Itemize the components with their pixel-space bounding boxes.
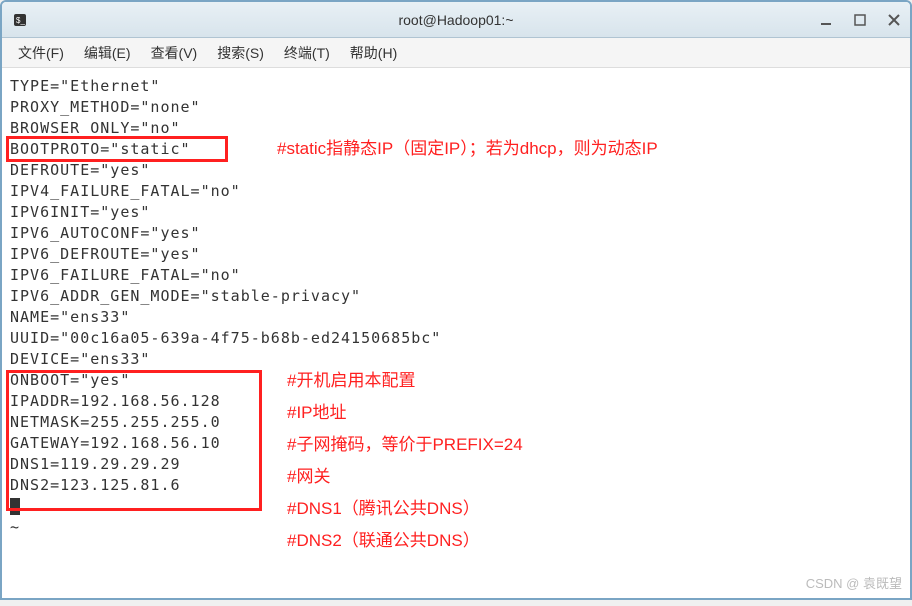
config-line: UUID="00c16a05-639a-4f75-b68b-ed24150685…: [10, 328, 910, 349]
terminal-area[interactable]: TYPE="Ethernet" PROXY_METHOD="none" BROW…: [2, 68, 910, 598]
menubar: 文件(F) 编辑(E) 查看(V) 搜索(S) 终端(T) 帮助(H): [2, 38, 910, 68]
annotation-static: #static指静态IP（固定IP）；若为dhcp，则为动态IP: [277, 138, 658, 159]
annotation-ipaddr: #IP地址: [287, 402, 347, 423]
config-line-ipaddr: IPADDR=192.168.56.128: [10, 391, 910, 412]
menu-view[interactable]: 查看(V): [141, 39, 208, 67]
config-line: PROXY_METHOD="none": [10, 97, 910, 118]
config-line: BROWSER_ONLY="no": [10, 118, 910, 139]
minimize-button[interactable]: [818, 12, 834, 28]
svg-text:$_: $_: [16, 16, 25, 25]
config-line: IPV6_DEFROUTE="yes": [10, 244, 910, 265]
cursor-icon: [10, 498, 20, 515]
config-line-netmask: NETMASK=255.255.255.0: [10, 412, 910, 433]
config-line-dns2: DNS2=123.125.81.6: [10, 475, 910, 496]
annotation-dns2: #DNS2（联通公共DNS）: [287, 530, 480, 551]
app-icon: $_: [12, 12, 28, 28]
maximize-button[interactable]: [852, 12, 868, 28]
titlebar[interactable]: $_ root@Hadoop01:~: [2, 2, 910, 38]
config-line: DEVICE="ens33": [10, 349, 910, 370]
config-line: IPV6_ADDR_GEN_MODE="stable-privacy": [10, 286, 910, 307]
config-line-onboot: ONBOOT="yes": [10, 370, 910, 391]
config-line: IPV6_FAILURE_FATAL="no": [10, 265, 910, 286]
config-line: TYPE="Ethernet": [10, 76, 910, 97]
config-line-dns1: DNS1=119.29.29.29: [10, 454, 910, 475]
config-line: IPV6_AUTOCONF="yes": [10, 223, 910, 244]
terminal-window: $_ root@Hadoop01:~ 文件(F) 编辑(E) 查看(V) 搜索(…: [0, 0, 912, 600]
menu-file[interactable]: 文件(F): [8, 39, 74, 67]
annotation-onboot: #开机启用本配置: [287, 370, 415, 391]
window-controls: [818, 12, 902, 28]
menu-terminal[interactable]: 终端(T): [274, 39, 340, 67]
menu-search[interactable]: 搜索(S): [207, 39, 274, 67]
annotation-dns1: #DNS1（腾讯公共DNS）: [287, 498, 480, 519]
menu-help[interactable]: 帮助(H): [340, 39, 407, 67]
annotation-gateway: #网关: [287, 466, 330, 487]
config-line: DEFROUTE="yes": [10, 160, 910, 181]
config-line: IPV4_FAILURE_FATAL="no": [10, 181, 910, 202]
config-line: NAME="ens33": [10, 307, 910, 328]
window-title: root@Hadoop01:~: [398, 12, 513, 28]
menu-edit[interactable]: 编辑(E): [74, 39, 141, 67]
watermark: CSDN @ 袁既望: [806, 573, 902, 594]
close-button[interactable]: [886, 12, 902, 28]
annotation-netmask: #子网掩码，等价于PREFIX=24: [287, 434, 523, 455]
config-line: IPV6INIT="yes": [10, 202, 910, 223]
